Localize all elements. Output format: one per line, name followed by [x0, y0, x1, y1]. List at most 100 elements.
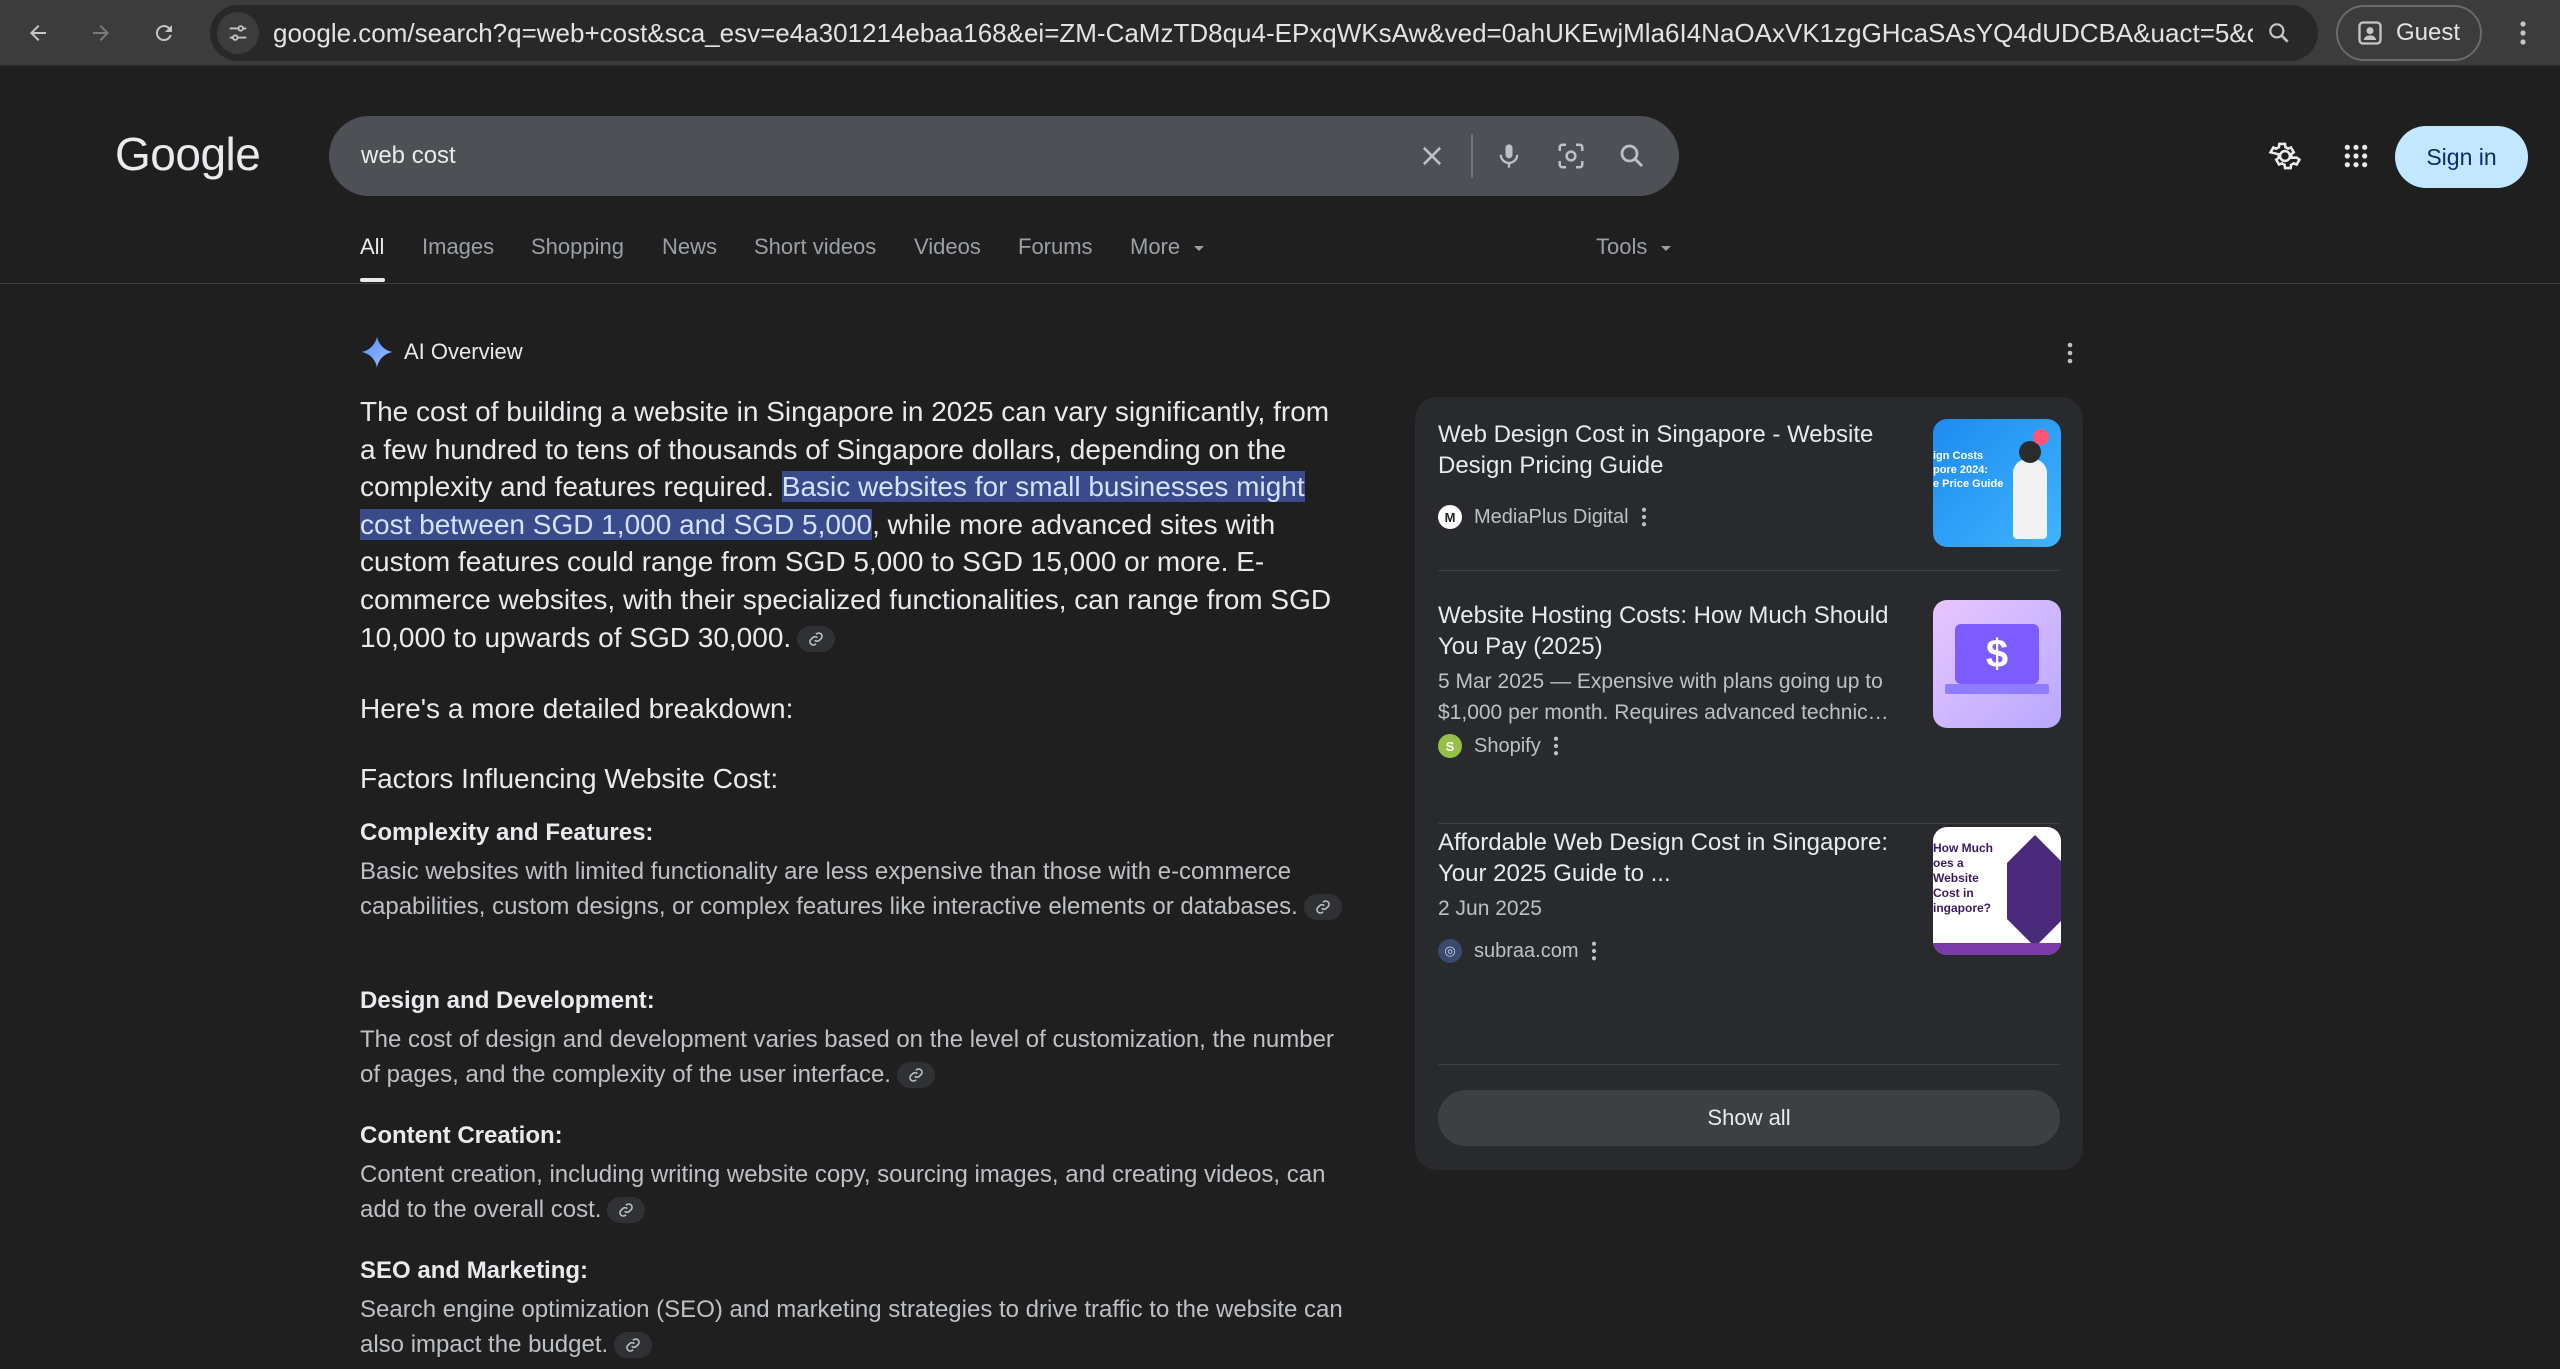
- source-divider: [1438, 1064, 2060, 1065]
- source-snippet: 2 Jun 2025: [1438, 897, 1542, 920]
- section-text-content: Basic websites with limited functionalit…: [360, 858, 1298, 920]
- thumbnail-text: How Much oes a Website Cost in ingapore?: [1933, 841, 1993, 915]
- clear-search-icon[interactable]: [1412, 136, 1452, 176]
- tab-videos[interactable]: Videos: [914, 234, 981, 260]
- source-thumbnail[interactable]: How Much oes a Website Cost in ingapore?: [1933, 827, 2061, 955]
- source-divider: [1438, 570, 2060, 571]
- source-site: M MediaPlus Digital: [1438, 505, 1647, 529]
- thumbnail-laptop-base: [1945, 684, 2049, 694]
- citation-link-icon[interactable]: [1303, 894, 1342, 921]
- profile-label: Guest: [2396, 19, 2461, 46]
- reload-button[interactable]: [145, 14, 183, 52]
- tab-all[interactable]: All: [360, 234, 385, 282]
- tools-button[interactable]: Tools: [1596, 234, 1672, 260]
- thumbnail-footer-bar: [1933, 943, 2061, 955]
- source-site: ◎ subraa.com: [1438, 939, 1597, 963]
- citation-link-icon[interactable]: [896, 1062, 935, 1089]
- back-arrow-icon: [30, 25, 46, 41]
- dropdown-caret-icon: [1661, 245, 1672, 251]
- section-text-content: Content creation, including writing webs…: [360, 1161, 1326, 1223]
- shopify-favicon-icon: S: [1438, 734, 1462, 758]
- source-snippet: 5 Mar 2025 — Expensive with plans going …: [1438, 670, 1889, 724]
- google-logo[interactable]: Google: [115, 127, 261, 181]
- thumbnail-hexagon: [2007, 835, 2061, 947]
- zoom-icon[interactable]: [2264, 18, 2294, 48]
- browser-toolbar: google.com/search?q=web+cost&sca_esv=e4a…: [0, 0, 2560, 66]
- header-divider: [0, 283, 2560, 284]
- factors-heading: Factors Influencing Website Cost:: [360, 763, 779, 794]
- section-title: SEO and Marketing:: [360, 1257, 589, 1284]
- section-title: Content Creation:: [360, 1122, 563, 1149]
- profile-icon: [2358, 21, 2382, 45]
- source-site: S Shopify: [1438, 734, 1559, 758]
- tools-label: Tools: [1596, 234, 1648, 259]
- tab-images[interactable]: Images: [422, 234, 494, 260]
- address-bar[interactable]: google.com/search?q=web+cost&sca_esv=e4a…: [210, 5, 2318, 61]
- sign-in-button[interactable]: Sign in: [2395, 126, 2528, 188]
- tab-more-label: More: [1130, 234, 1181, 259]
- browser-menu-button[interactable]: [2504, 14, 2542, 52]
- source-title[interactable]: Affordable Web Design Cost in Singapore:…: [1438, 827, 1913, 889]
- tab-shopping[interactable]: Shopping: [531, 234, 624, 260]
- source-title[interactable]: Web Design Cost in Singapore - Website D…: [1438, 419, 1913, 481]
- voice-search-icon[interactable]: [1489, 136, 1529, 176]
- source-card[interactable]: Website Hosting Costs: How Much Should Y…: [1438, 600, 2061, 800]
- breakdown-intro: Here's a more detailed breakdown:: [360, 693, 794, 724]
- section-text-content: Search engine optimization (SEO) and mar…: [360, 1296, 1343, 1358]
- search-results-page: Google web cost Sign in All Images Shopp…: [0, 67, 2560, 1369]
- show-all-button[interactable]: Show all: [1438, 1090, 2060, 1146]
- citation-link-icon[interactable]: [797, 626, 836, 653]
- thumbnail-dollar-icon: $: [1985, 632, 2009, 676]
- tab-forums[interactable]: Forums: [1018, 234, 1093, 260]
- citation-link-icon[interactable]: [607, 1197, 646, 1224]
- source-title[interactable]: Website Hosting Costs: How Much Should Y…: [1438, 600, 1913, 662]
- ai-overview-more-icon[interactable]: [2054, 337, 2086, 369]
- site-name: MediaPlus Digital: [1474, 505, 1629, 528]
- tab-news[interactable]: News: [662, 234, 717, 260]
- tab-more[interactable]: More: [1130, 234, 1205, 260]
- ai-overview-body: The cost of building a website in Singap…: [360, 393, 1350, 656]
- thumbnail-person: [2013, 459, 2047, 539]
- section-text: The cost of design and development varie…: [360, 1023, 1360, 1092]
- more-options-icon: [1591, 941, 1596, 961]
- source-thumbnail[interactable]: $: [1933, 600, 2061, 728]
- profile-button[interactable]: Guest: [2336, 5, 2482, 61]
- lens-search-icon[interactable]: [1551, 136, 1591, 176]
- forward-arrow-icon: [93, 25, 109, 41]
- search-box[interactable]: web cost: [329, 116, 1679, 196]
- ai-overview-header: AI Overview: [360, 335, 523, 369]
- kebab-menu-icon: [2520, 21, 2526, 45]
- section-title: Design and Development:: [360, 987, 655, 1014]
- ai-sources-panel: Web Design Cost in Singapore - Website D…: [1415, 397, 2083, 1170]
- search-icon[interactable]: [1612, 136, 1652, 176]
- citation-link-icon[interactable]: [614, 1332, 653, 1359]
- mediaplus-favicon-icon: M: [1438, 505, 1462, 529]
- source-card[interactable]: Affordable Web Design Cost in Singapore:…: [1438, 827, 2061, 977]
- forward-button[interactable]: [82, 14, 120, 52]
- url-text[interactable]: google.com/search?q=web+cost&sca_esv=e4a…: [273, 5, 2253, 61]
- thumbnail-decoration: [2033, 429, 2049, 445]
- section-text: Basic websites with limited functionalit…: [360, 855, 1360, 924]
- more-options-icon: [1641, 507, 1646, 527]
- settings-gear-icon[interactable]: [2265, 136, 2305, 176]
- source-thumbnail[interactable]: ign Costs pore 2024: e Price Guide: [1933, 419, 2061, 547]
- tab-short-videos[interactable]: Short videos: [754, 234, 876, 260]
- section-text: Search engine optimization (SEO) and mar…: [360, 1293, 1360, 1362]
- search-input[interactable]: web cost: [361, 116, 456, 196]
- site-settings-icon[interactable]: [217, 12, 259, 54]
- tab-label: All: [360, 234, 385, 259]
- section-text: Content creation, including writing webs…: [360, 1158, 1360, 1227]
- back-button[interactable]: [19, 14, 57, 52]
- google-apps-icon[interactable]: [2336, 136, 2376, 176]
- section-title: Complexity and Features:: [360, 819, 654, 846]
- active-tab-indicator: [360, 278, 385, 282]
- reload-icon: [155, 25, 172, 42]
- source-card[interactable]: Web Design Cost in Singapore - Website D…: [1438, 419, 2061, 549]
- ai-summary-paragraph: The cost of building a website in Singap…: [360, 393, 1350, 656]
- ai-sparkle-icon: [361, 336, 393, 368]
- search-divider: [1471, 134, 1473, 178]
- site-name: subraa.com: [1474, 939, 1579, 962]
- more-options-icon: [1553, 736, 1558, 756]
- ai-overview-title: AI Overview: [404, 339, 523, 364]
- section-text-content: The cost of design and development varie…: [360, 1026, 1334, 1088]
